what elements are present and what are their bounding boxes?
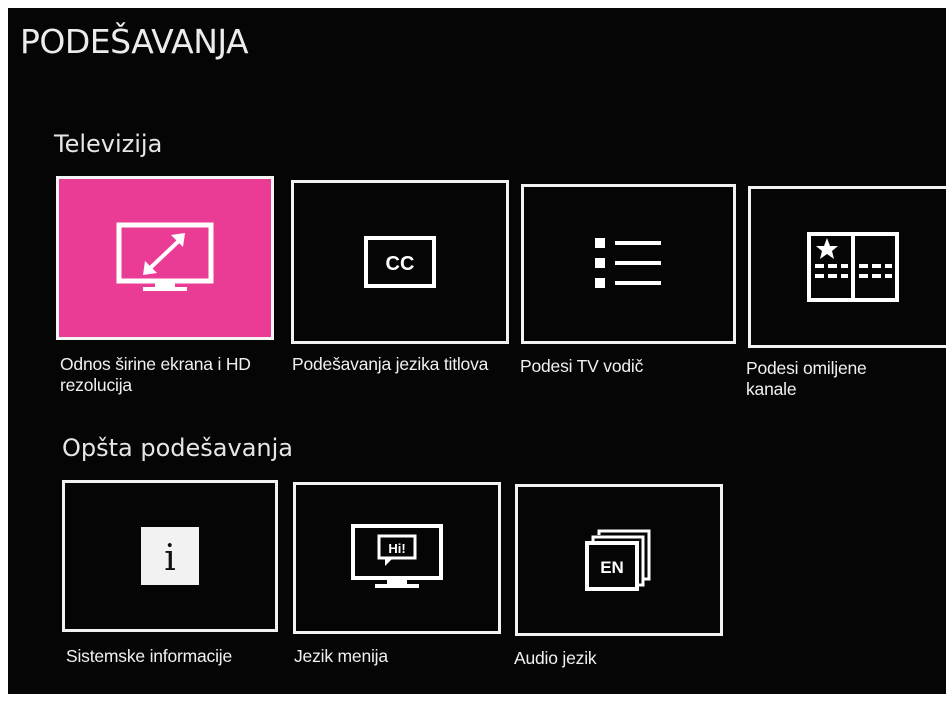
info-icon-text: i [164,538,176,579]
cc-icon-text: CC [386,253,415,275]
tile-label-subtitle-language: Podešavanja jezika titlova [292,354,489,374]
audio-language-icon: EN [585,529,651,591]
tile-tv-guide[interactable] [521,184,736,344]
tile-subtitle-language[interactable]: CC [291,180,509,344]
favorite-channels-icon [807,232,899,302]
tile-audio-language[interactable]: EN [515,484,723,636]
tile-label-audio-language: Audio jezik [514,648,597,668]
tile-label-tv-guide: Podesi TV vodič [520,356,644,376]
section-title-televizija: Televizija [54,130,163,158]
page-title: PODEŠAVANJA [20,22,249,61]
list-icon [594,238,661,288]
tile-label-menu-language: Jezik menija [294,646,388,666]
section-title-general-settings: Opšta podešavanja [62,434,293,462]
cc-icon: CC [364,236,436,288]
settings-screen: PODEŠAVANJA Televizija Odnos širine ekra… [8,8,946,694]
tile-system-info[interactable]: i [62,480,278,632]
aspect-ratio-tv-icon [116,222,214,291]
menu-language-icon-text: Hi! [388,541,405,556]
tile-label-aspect-ratio: Odnos širine ekrana i HD rezolucija [60,354,251,395]
menu-language-icon: Hi! [351,524,443,588]
tile-menu-language[interactable]: Hi! [293,482,501,634]
tile-favorite-channels[interactable] [748,186,946,348]
tile-label-favorite-channels: Podesi omiljene kanale [746,358,867,399]
tile-aspect-ratio[interactable] [56,176,274,340]
audio-language-icon-text: EN [600,558,624,577]
info-icon: i [141,527,199,585]
tile-label-system-info: Sistemske informacije [66,646,232,666]
